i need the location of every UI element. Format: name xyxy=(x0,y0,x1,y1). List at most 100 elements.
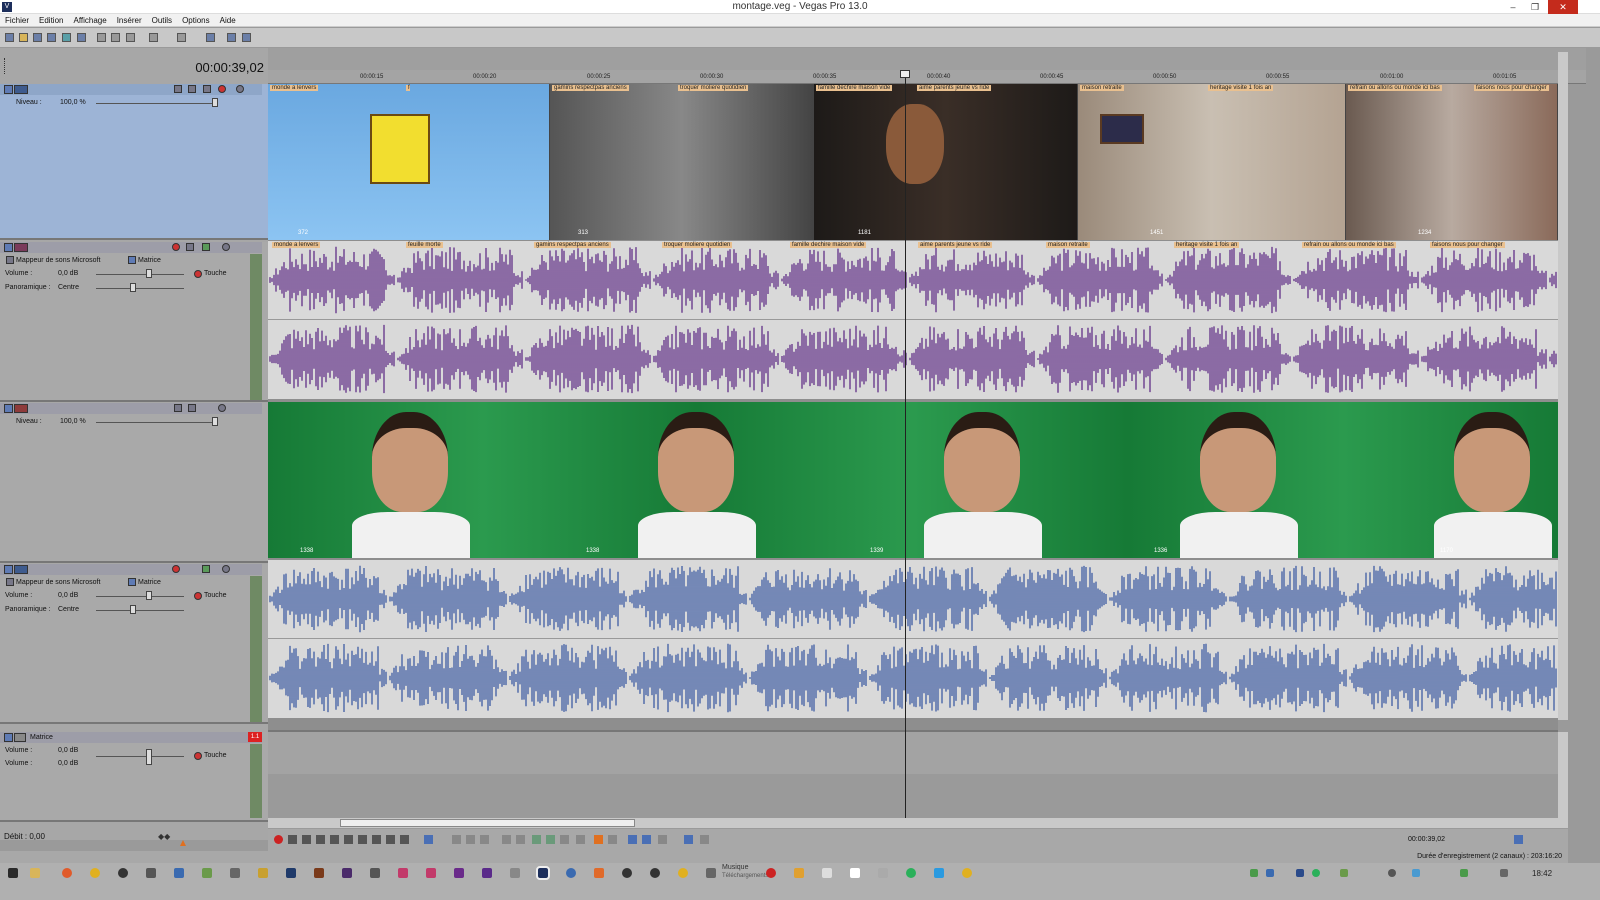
start-icon[interactable] xyxy=(8,868,18,878)
horizontal-scroll-thumb[interactable] xyxy=(340,819,635,827)
app-icon[interactable] xyxy=(426,868,436,878)
loop-icon[interactable] xyxy=(288,835,297,844)
volume-slider[interactable] xyxy=(96,596,184,597)
track-expand-icon[interactable] xyxy=(4,404,13,413)
save-as-icon[interactable] xyxy=(47,33,56,42)
cut-icon[interactable] xyxy=(97,33,106,42)
video-track-3-header[interactable]: Niveau : 100,0 % xyxy=(0,403,268,563)
automation-label[interactable]: Touche xyxy=(204,592,227,599)
audio-track-2-header[interactable]: Mappeur de sons Microsoft Matrice Volume… xyxy=(0,242,268,402)
master-bus-header[interactable]: Matrice 1.1 Volume : 0,0 dB Volume : 0,0… xyxy=(0,732,268,822)
automation-icon[interactable] xyxy=(194,270,202,278)
app-icon[interactable] xyxy=(230,868,240,878)
undo-icon[interactable] xyxy=(149,33,158,42)
app-icon[interactable] xyxy=(510,868,520,878)
menu-aide[interactable]: Aide xyxy=(215,14,241,27)
photoshop-icon[interactable] xyxy=(286,868,296,878)
bridge-icon[interactable] xyxy=(258,868,268,878)
app-icon[interactable] xyxy=(678,868,688,878)
auto-crossfade-icon[interactable] xyxy=(642,835,651,844)
region-icon[interactable] xyxy=(608,835,617,844)
network-icon[interactable] xyxy=(1460,869,1468,877)
track-expand-icon[interactable] xyxy=(4,565,13,574)
audio-fx-icon[interactable] xyxy=(202,243,210,251)
audio-track-4-header[interactable]: Mappeur de sons Microsoft Matrice Volume… xyxy=(0,564,268,724)
zoom-tool-icon[interactable] xyxy=(480,835,489,844)
pane-grip[interactable] xyxy=(4,58,6,74)
audio-fx-icon[interactable] xyxy=(202,565,210,573)
mute-icon[interactable] xyxy=(222,565,230,573)
master-volume-knob[interactable] xyxy=(146,749,152,765)
paste-icon[interactable] xyxy=(126,33,135,42)
app-icon[interactable] xyxy=(202,868,212,878)
lock-envelopes-icon[interactable] xyxy=(684,835,693,844)
automation-icon[interactable] xyxy=(194,752,202,760)
fx-chain-icon[interactable] xyxy=(6,578,14,586)
video-clip[interactable]: gamins respectpas anciens troquer molier… xyxy=(550,84,814,240)
go-to-end-icon[interactable] xyxy=(372,835,381,844)
redo-icon[interactable] xyxy=(177,33,186,42)
motion-icon[interactable] xyxy=(174,85,182,93)
video-clip[interactable]: 1338 1338 1339 1336 1170 xyxy=(268,402,1558,558)
volume-slider-knob[interactable] xyxy=(146,269,152,278)
app-icon[interactable] xyxy=(794,868,804,878)
properties-icon[interactable] xyxy=(77,33,86,42)
app-icon[interactable] xyxy=(398,868,408,878)
ripple-edit-icon[interactable] xyxy=(658,835,667,844)
rate-slider-icon[interactable]: ◆◆ xyxy=(158,832,172,841)
arm-record-icon[interactable] xyxy=(172,243,180,251)
mute-icon[interactable] xyxy=(218,404,226,412)
menu-fichier[interactable]: Fichier xyxy=(0,14,34,27)
level-slider[interactable] xyxy=(96,103,216,104)
playhead-cursor[interactable] xyxy=(905,70,906,825)
solo-icon[interactable] xyxy=(236,85,244,93)
trim-end-icon[interactable] xyxy=(546,835,555,844)
app-icon[interactable] xyxy=(370,868,380,878)
render-icon[interactable] xyxy=(62,33,71,42)
video-track-1[interactable]: monde a lenvers 372 feuille morte gamins… xyxy=(268,84,1558,240)
app-icon[interactable] xyxy=(650,868,660,878)
rate-marker-icon[interactable] xyxy=(180,840,186,846)
split-icon[interactable] xyxy=(560,835,569,844)
folder-icon[interactable] xyxy=(706,868,716,878)
play-from-start-icon[interactable] xyxy=(302,835,311,844)
app-icon[interactable] xyxy=(594,868,604,878)
zoom-out-icon[interactable] xyxy=(1514,835,1523,844)
volume-slider-knob[interactable] xyxy=(146,591,152,600)
new-icon[interactable] xyxy=(5,33,14,42)
master-volume-slider[interactable] xyxy=(96,756,184,757)
copy-icon[interactable] xyxy=(111,33,120,42)
close-icon[interactable]: ✕ xyxy=(1548,0,1578,14)
menu-outils[interactable]: Outils xyxy=(147,14,177,27)
ignore-grouping-icon[interactable] xyxy=(700,835,709,844)
envelope-tool-icon[interactable] xyxy=(452,835,461,844)
master-vertical-scrollbar[interactable] xyxy=(1558,732,1568,824)
next-frame-icon[interactable] xyxy=(400,835,409,844)
pause-icon[interactable] xyxy=(330,835,339,844)
go-to-start-icon[interactable] xyxy=(358,835,367,844)
track-expand-icon[interactable] xyxy=(4,243,13,252)
help-icon[interactable] xyxy=(227,33,236,42)
chrome-icon[interactable] xyxy=(90,868,100,878)
fx-chain-icon[interactable] xyxy=(6,256,14,264)
audio-track-4[interactable] xyxy=(268,560,1558,718)
vegas-taskbar-icon[interactable] xyxy=(536,866,550,880)
level-slider-knob[interactable] xyxy=(212,98,218,107)
mute-icon[interactable] xyxy=(222,243,230,251)
selection-tool-icon[interactable] xyxy=(466,835,475,844)
menu-affichage[interactable]: Affichage xyxy=(68,14,111,27)
normal-edit-tool-icon[interactable] xyxy=(424,835,433,844)
open-icon[interactable] xyxy=(19,33,28,42)
premiere-icon[interactable] xyxy=(342,868,352,878)
dropbox-icon[interactable] xyxy=(1296,869,1304,877)
app-icon[interactable] xyxy=(482,868,492,878)
master-bus-lane[interactable] xyxy=(268,730,1558,822)
app-icon[interactable] xyxy=(622,868,632,878)
delete-icon[interactable] xyxy=(502,835,511,844)
track-expand-icon[interactable] xyxy=(4,733,13,742)
minimize-icon[interactable]: – xyxy=(1502,0,1524,14)
video-clip[interactable]: refrain ou allons ou monde ici bas faiso… xyxy=(1346,84,1558,240)
automation-label[interactable]: Touche xyxy=(204,752,227,759)
pan-slider[interactable] xyxy=(96,288,184,289)
snapping-icon[interactable] xyxy=(628,835,637,844)
